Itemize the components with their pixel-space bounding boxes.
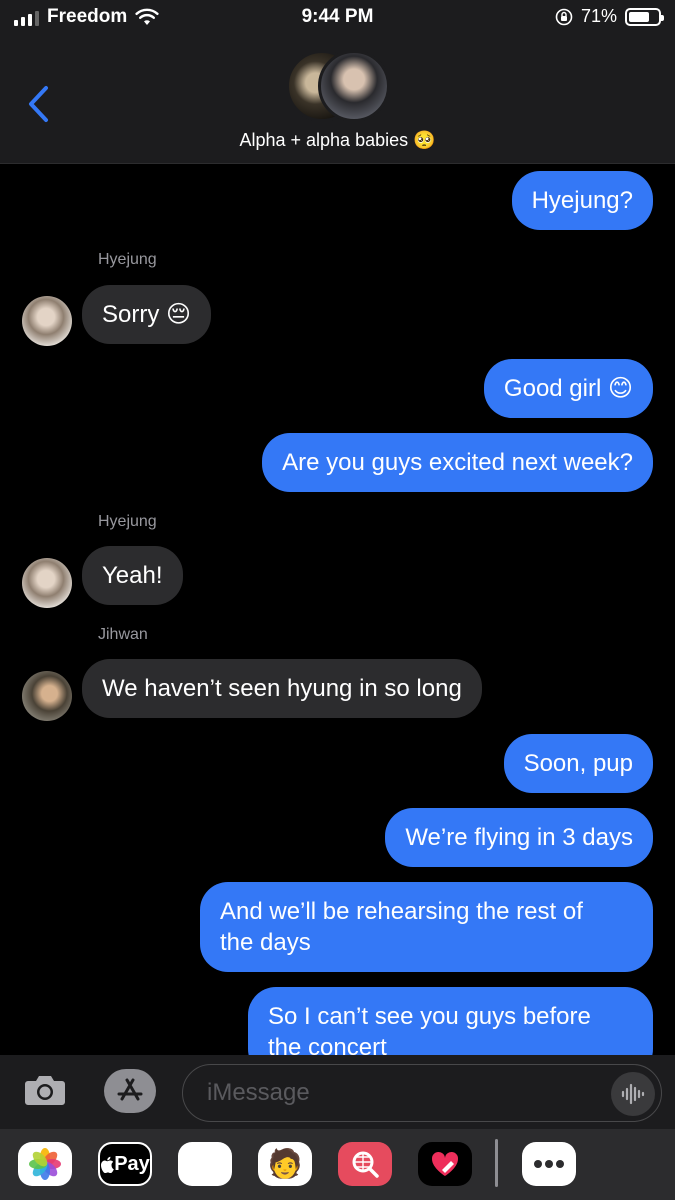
drawer-divider <box>495 1139 498 1187</box>
monkey-animoji-icon: 🐵 <box>187 1147 223 1180</box>
message-input[interactable] <box>207 1077 587 1109</box>
message-bubble[interactable]: And we’ll be rehearsing the rest of the … <box>200 882 653 972</box>
group-avatar[interactable] <box>286 50 390 122</box>
app-drawer: Pay 🐵 🧑 <box>0 1129 675 1200</box>
animoji-app-button[interactable]: 🐵 <box>178 1142 232 1186</box>
waveform-icon <box>621 1083 645 1105</box>
battery-percent: 71% <box>580 6 617 26</box>
avatar[interactable] <box>22 296 72 346</box>
apple-logo-icon <box>101 1156 115 1173</box>
message-bubble[interactable]: Are you guys excited next week? <box>262 433 653 492</box>
orientation-lock-icon <box>555 8 573 25</box>
message-line: And we’ll be rehearsing the rest of <box>220 898 583 925</box>
avatar[interactable] <box>22 558 72 608</box>
sender-name: Jihwan <box>98 626 148 643</box>
apple-pay-label: Pay <box>114 1152 150 1175</box>
audio-message-button[interactable] <box>611 1072 655 1116</box>
message-bubble[interactable]: Hyejung? <box>511 171 653 230</box>
message-line: the days <box>220 929 311 956</box>
photos-app-button[interactable] <box>18 1142 72 1186</box>
avatar <box>318 50 390 122</box>
heart-touch-icon <box>431 1151 459 1176</box>
image-search-app-button[interactable] <box>338 1142 392 1186</box>
digital-touch-app-button[interactable] <box>418 1142 472 1186</box>
app-store-icon <box>117 1078 143 1101</box>
camera-icon[interactable] <box>24 1073 66 1107</box>
compose-bar <box>0 1055 675 1129</box>
more-dots-icon <box>534 1160 564 1168</box>
photos-icon <box>29 1148 61 1180</box>
sender-name: Hyejung <box>98 513 157 530</box>
message-list[interactable]: Hyejung? Hyejung Sorry 😔 Good girl 😊 Are… <box>0 165 675 1055</box>
memoji-icon: 🧑 <box>267 1148 303 1179</box>
message-bubble[interactable]: Sorry 😔 <box>82 285 212 344</box>
avatar[interactable] <box>22 671 72 721</box>
globe-search-icon <box>352 1151 379 1178</box>
message-bubble[interactable]: So I can’t see you guys before the conce… <box>248 987 653 1055</box>
group-title[interactable]: Alpha + alpha babies 🥺 <box>0 130 675 151</box>
message-bubble[interactable]: We haven’t seen hyung in so long <box>82 659 482 718</box>
sender-name: Hyejung <box>98 251 157 268</box>
apple-pay-button[interactable]: Pay <box>98 1142 152 1186</box>
conversation-header: Alpha + alpha babies 🥺 <box>0 34 675 164</box>
message-line: the concert <box>268 1034 387 1055</box>
status-bar: Freedom 9:44 PM 71% <box>0 0 675 34</box>
message-bubble[interactable]: Good girl 😊 <box>483 359 653 418</box>
battery-group: 71% <box>555 6 664 27</box>
battery-icon <box>625 7 664 26</box>
message-bubble[interactable]: Soon, pup <box>503 734 653 793</box>
message-bubble[interactable]: We’re flying in 3 days <box>385 808 653 867</box>
memoji-app-button[interactable]: 🧑 <box>258 1142 312 1186</box>
back-chevron-icon[interactable] <box>26 84 52 124</box>
app-store-button[interactable] <box>104 1069 156 1113</box>
message-line: So I can’t see you guys before <box>268 1003 591 1030</box>
more-apps-button[interactable] <box>522 1142 576 1186</box>
message-bubble[interactable]: Yeah! <box>82 546 183 605</box>
message-field[interactable] <box>182 1064 662 1122</box>
